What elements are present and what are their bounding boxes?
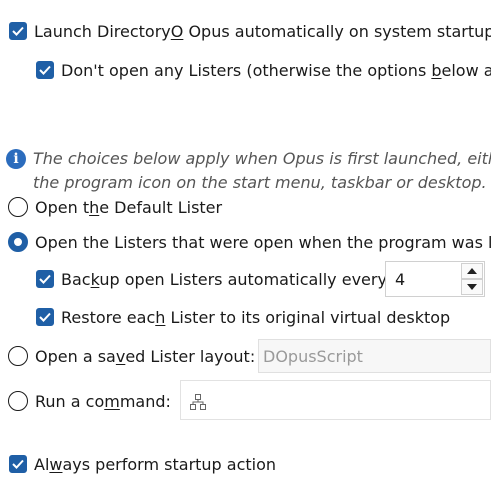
backup-listers-checkbox[interactable]: Backup open Listers automatically every xyxy=(36,266,387,292)
label-part: e Default Lister xyxy=(99,197,223,217)
dont-open-listers-label: Don't open any Listers (otherwise the op… xyxy=(61,61,491,80)
info-text-line-1: The choices below apply when Opus is fir… xyxy=(33,149,491,168)
label-part: Open t xyxy=(35,197,90,217)
label-part: ed Lister layout: xyxy=(125,346,256,366)
backup-interval-value[interactable]: 4 xyxy=(395,270,405,289)
run-command-radio[interactable]: Run a command: xyxy=(8,388,171,414)
label-part: Lister to its original virtual desktop xyxy=(165,307,451,327)
backup-interval-spinner[interactable]: 4 xyxy=(385,261,485,297)
checkbox-checked-icon[interactable] xyxy=(36,308,54,326)
checkbox-checked-icon[interactable] xyxy=(36,61,54,79)
radio-unselected-icon[interactable] xyxy=(8,346,28,366)
open-previous-listers-radio[interactable]: Open the Listers that were open when the… xyxy=(8,229,491,255)
open-previous-listers-label: Open the Listers that were open when the… xyxy=(35,232,491,252)
restore-virtual-desktop-label: Restore each Lister to its original virt… xyxy=(61,308,450,327)
open-default-lister-label: Open the Default Lister xyxy=(35,198,222,217)
label-part: Launch Directory xyxy=(34,21,171,41)
access-key: h xyxy=(155,307,166,327)
label-part: elow ap xyxy=(441,60,491,80)
launch-on-startup-label: Launch DirectoryO Opus automatically on … xyxy=(34,22,491,41)
label-part: Don't open any Listers (otherwise the op… xyxy=(61,60,432,80)
checkbox-checked-icon[interactable] xyxy=(36,270,54,288)
label-part: ays perform startup action xyxy=(62,454,277,474)
info-text-line-2: the program icon on the start menu, task… xyxy=(33,173,487,192)
checkbox-checked-icon[interactable] xyxy=(9,22,27,40)
open-saved-layout-radio[interactable]: Open a saved Lister layout: xyxy=(8,343,255,369)
chevron-down-icon xyxy=(467,284,477,290)
radio-selected-icon[interactable] xyxy=(8,232,28,252)
saved-layout-value: DOpusScript xyxy=(263,347,363,366)
saved-layout-dropdown[interactable]: DOpusScript xyxy=(258,339,491,373)
label-part: Al xyxy=(34,454,50,474)
label-part: Restore eac xyxy=(61,307,156,327)
dont-open-listers-checkbox[interactable]: Don't open any Listers (otherwise the op… xyxy=(36,57,491,83)
open-saved-layout-label: Open a saved Lister layout: xyxy=(35,347,255,366)
label-part: up open Listers automatically every xyxy=(99,269,387,289)
open-default-lister-radio[interactable]: Open the Default Lister xyxy=(8,194,222,220)
access-key: w xyxy=(49,454,63,474)
backup-listers-label: Backup open Listers automatically every xyxy=(61,270,387,289)
launch-on-startup-checkbox[interactable]: Launch DirectoryO Opus automatically on … xyxy=(9,18,491,44)
chevron-up-icon xyxy=(467,268,477,274)
access-key: v xyxy=(115,346,126,366)
spin-up-button[interactable] xyxy=(461,263,483,279)
radio-unselected-icon[interactable] xyxy=(8,391,28,411)
access-key: b xyxy=(431,60,442,80)
label-part: mand: xyxy=(119,391,171,411)
info-icon: i xyxy=(6,149,26,169)
label-part: Opus automatically on system startup xyxy=(183,21,491,41)
run-command-label: Run a command: xyxy=(35,392,171,411)
restore-virtual-desktop-checkbox[interactable]: Restore each Lister to its original virt… xyxy=(36,304,450,330)
access-key: O xyxy=(170,21,184,41)
always-perform-startup-checkbox[interactable]: Always perform startup action xyxy=(9,451,276,477)
label-part: Open a sa xyxy=(35,346,116,366)
always-perform-startup-label: Always perform startup action xyxy=(34,455,276,474)
spin-down-button[interactable] xyxy=(461,279,483,295)
command-editor-icon[interactable] xyxy=(190,394,206,410)
access-key: h xyxy=(89,197,100,217)
label-part: Run a co xyxy=(35,391,105,411)
command-editor-field[interactable] xyxy=(180,380,491,420)
radio-unselected-icon[interactable] xyxy=(8,197,28,217)
access-key: m xyxy=(104,391,120,411)
checkbox-checked-icon[interactable] xyxy=(9,455,27,473)
label-part: Bac xyxy=(61,269,91,289)
